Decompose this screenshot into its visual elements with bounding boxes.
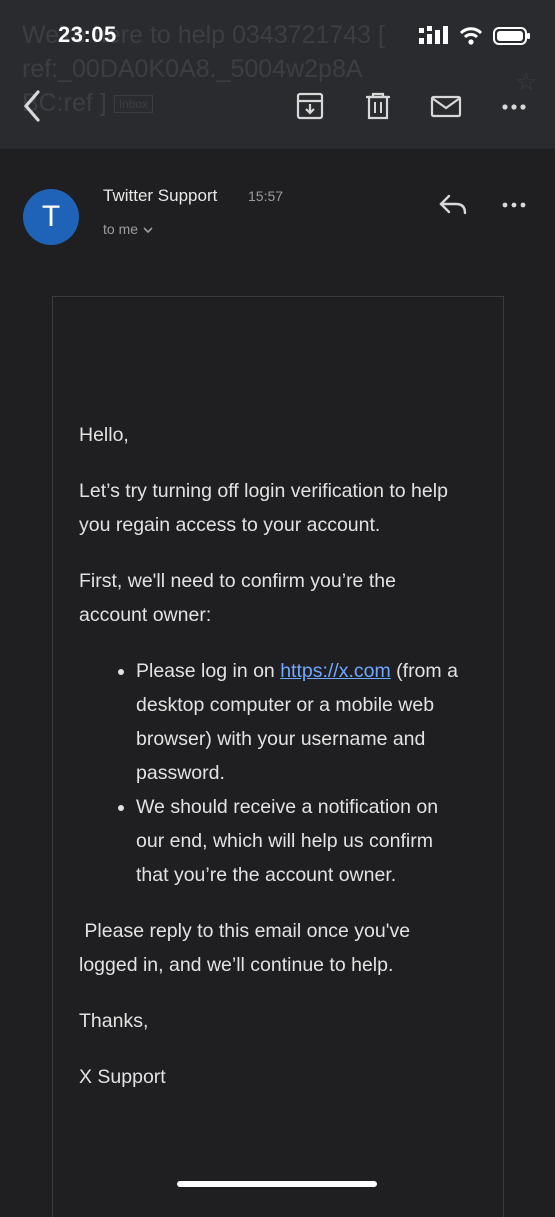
trash-icon[interactable] [360, 88, 396, 124]
sender-avatar[interactable]: T [23, 189, 79, 245]
list-item: Please log in on https://x.com (from a d… [136, 654, 469, 790]
inbox-label-chip[interactable]: Inbox [113, 95, 154, 114]
message-time: 15:57 [248, 188, 284, 204]
status-time: 23:05 [58, 22, 117, 47]
wifi-icon [459, 27, 483, 45]
login-link[interactable]: https://x.com [280, 660, 391, 682]
list-item: We should receive a notification on our … [136, 790, 469, 892]
sender-name: Twitter Support [103, 186, 218, 205]
body-paragraph-2: First, we'll need to confirm you’re the … [79, 570, 396, 626]
recipient-details[interactable]: to me [103, 221, 154, 237]
body-paragraph-3: Please reply to this email once you've l… [79, 920, 416, 976]
top-app-bar: We're here to help 0343721743 [ ref:_00D… [0, 0, 555, 148]
header-divider [0, 148, 555, 149]
greeting: Hello, [79, 424, 129, 446]
message-more-icon[interactable] [500, 194, 528, 216]
email-body: Hello, Let’s try turning off login verif… [79, 418, 469, 1116]
recipient-label: to me [103, 221, 139, 237]
status-icons [419, 24, 531, 48]
cellular-icon [419, 26, 448, 44]
list-item-text: Please log in on [136, 660, 281, 682]
mail-icon[interactable] [428, 88, 464, 124]
back-icon[interactable] [18, 88, 50, 124]
instruction-list: Please log in on https://x.com (from a d… [79, 654, 469, 892]
more-icon[interactable] [496, 88, 532, 124]
archive-icon[interactable] [292, 88, 328, 124]
home-indicator[interactable] [177, 1181, 377, 1187]
signature: X Support [79, 1066, 166, 1088]
chevron-down-icon [143, 227, 153, 234]
reply-icon[interactable] [436, 190, 470, 220]
battery-icon [493, 27, 530, 45]
body-paragraph-1: Let’s try turning off login verification… [79, 480, 448, 536]
closing: Thanks, [79, 1010, 149, 1032]
